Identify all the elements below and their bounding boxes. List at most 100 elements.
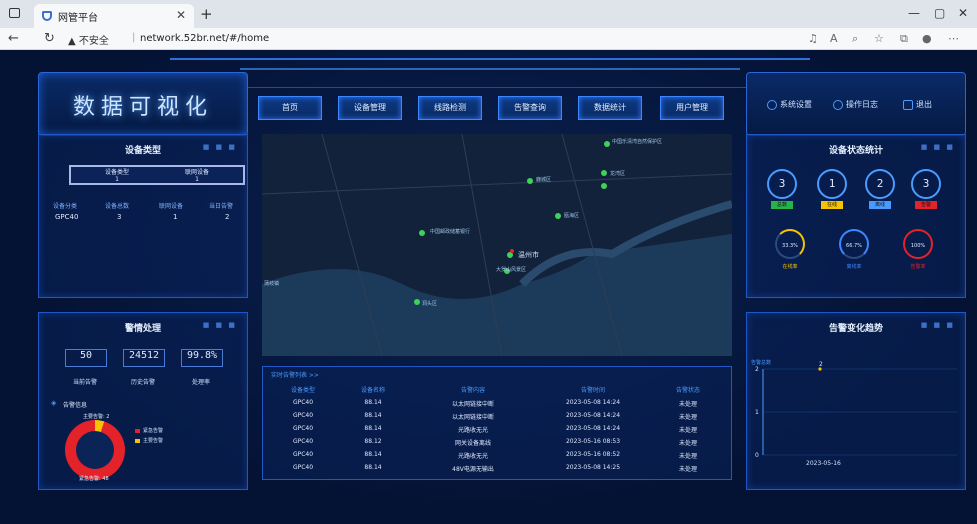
back-icon[interactable]: ← — [8, 31, 19, 46]
favorite-icon[interactable]: ☆ — [874, 32, 884, 45]
history-alarm-label: 历史告警 — [130, 379, 155, 386]
table-cell: 88.12 — [364, 438, 382, 445]
menu-home[interactable]: 首页 — [258, 96, 322, 120]
panel-dots: ■ ■ ■ — [920, 143, 955, 151]
maximize-icon[interactable]: ▢ — [934, 6, 945, 20]
refresh-icon[interactable]: ↻ — [44, 31, 55, 46]
system-settings-label: 系统设置 — [780, 100, 812, 109]
y-tick-label: 0 — [755, 452, 759, 459]
online-rate-label: 在线率 — [782, 264, 798, 270]
alarm-table-caption: 实时告警列表 >> — [271, 372, 319, 379]
online-count-ring: 1 — [817, 169, 847, 199]
profile-icon[interactable]: ● — [922, 32, 932, 45]
y-tick-label: 2 — [755, 366, 759, 373]
table-cell: GPC40 — [292, 412, 314, 419]
table-row[interactable]: GPC40 88.14 以太网链接中断 2023-05-08 14:24 未处理 — [263, 399, 731, 411]
new-tab-icon[interactable]: + — [200, 5, 213, 23]
map-label: 鹿城区 — [536, 177, 552, 183]
networked-label: 联网设备 — [184, 169, 209, 176]
header-alarm-content: 告警内容 — [460, 387, 485, 394]
table-row[interactable]: GPC40 88.12 网关设备离线 2023-05-16 08:53 未处理 — [263, 438, 731, 450]
read-aloud-icon[interactable]: ♫ — [808, 32, 818, 45]
table-cell: 2023-05-08 14:25 — [565, 464, 621, 471]
table-cell: 以太网链接中断 — [451, 401, 494, 408]
collections-icon[interactable]: ⧉ — [900, 32, 908, 46]
table-row[interactable]: GPC40 88.14 以太网链接中断 2023-05-08 14:24 未处理 — [263, 412, 731, 424]
security-warning[interactable]: ▲ 不安全 — [68, 32, 109, 47]
alarm-trend-panel: 告警变化趋势 ■ ■ ■ 告警总数 0 1 2 2 2023-05-16 — [746, 312, 966, 490]
current-alarm-value: 50 — [65, 349, 107, 367]
table-cell: 光路收无光 — [457, 453, 488, 460]
table-cell: 48V电源无输出 — [452, 466, 494, 473]
device-alarm-today: 2 — [225, 213, 230, 221]
table-cell: 88.14 — [364, 399, 382, 406]
url-field[interactable]: network.52br.net/#/home — [140, 33, 269, 44]
page-title: 数据可视化 — [72, 95, 213, 120]
offline-rate-label: 离线率 — [846, 264, 862, 270]
alarm-rate-label: 告警率 — [910, 264, 926, 270]
logout-button[interactable]: 退出 — [903, 99, 932, 110]
menu-device-management[interactable]: 设备管理 — [338, 96, 402, 120]
device-type-count: 设备类型 1 — [77, 169, 157, 183]
top-menu: 首页 设备管理 线路检测 告警查询 数据统计 用户管理 — [258, 96, 724, 120]
header-alarm-time: 告警时间 — [580, 387, 605, 394]
system-settings-button[interactable]: 系统设置 — [767, 99, 812, 110]
table-cell: GPC40 — [292, 464, 314, 471]
menu-line-detection[interactable]: 线路检测 — [418, 96, 482, 120]
alarm-count-ring: 3 — [911, 169, 941, 199]
table-row[interactable]: GPC40 88.14 光路收无光 2023-05-08 14:24 未处理 — [263, 425, 731, 437]
device-networked: 1 — [173, 213, 178, 221]
donut-label-urgent: 紧急告警: 48 — [79, 476, 109, 482]
table-cell: 未处理 — [678, 401, 697, 408]
table-row[interactable]: GPC40 88.14 48V电源无输出 2023-05-08 14:25 未处理 — [263, 464, 731, 476]
marker — [601, 170, 607, 176]
legend-urgent: 紧急告警 — [135, 427, 163, 434]
table-cell: GPC40 — [292, 425, 314, 432]
close-tab-icon[interactable]: ✕ — [176, 8, 186, 22]
bell-icon — [833, 99, 843, 110]
legend-major-label: 主要告警 — [143, 438, 164, 444]
operation-log-button[interactable]: 操作日志 — [833, 99, 878, 110]
zoom-icon[interactable]: ⌕ — [852, 32, 858, 46]
more-icon[interactable]: ⋯ — [948, 32, 959, 45]
table-cell: GPC40 — [292, 438, 314, 445]
online-tag: 在线 — [821, 201, 843, 209]
trend-chart: 0 1 2 2 2023-05-16 — [755, 361, 957, 467]
table-cell: 网关设备离线 — [454, 440, 491, 447]
alarm-info-icon: ◈ — [51, 399, 57, 407]
networked-count: 联网设备 1 — [157, 169, 237, 183]
table-cell: 88.14 — [364, 464, 382, 471]
table-cell: GPC40 — [292, 451, 314, 458]
table-cell: 2023-05-16 08:52 — [565, 451, 621, 458]
map-label: 中国乐清湾自然保护区 — [612, 139, 663, 145]
map-label: 瓯海区 — [564, 213, 580, 219]
menu-user-management[interactable]: 用户管理 — [660, 96, 724, 120]
table-cell: 未处理 — [678, 466, 697, 473]
table-cell: 2023-05-16 08:53 — [565, 438, 621, 445]
tab-actions-icon[interactable] — [9, 8, 20, 18]
handle-rate-value: 99.8% — [181, 349, 223, 367]
col-header: 设备总数 — [105, 203, 130, 210]
marker — [601, 183, 607, 189]
table-row[interactable]: GPC40 88.14 光路收无光 2023-05-16 08:52 未处理 — [263, 451, 731, 463]
online-rate-gauge: 33.3% — [775, 229, 805, 259]
map-view[interactable]: 中国邮政储蓄银行 温州市 鹿城区 大罗山风景区 瓯海区 中国乐清湾自然保护区 龙… — [262, 134, 732, 356]
marker — [604, 141, 610, 147]
table-cell: 88.14 — [364, 425, 382, 432]
map-label: 中国邮政储蓄银行 — [430, 229, 471, 235]
minimize-icon[interactable]: — — [908, 6, 920, 20]
device-status-panel: 设备状态统计 ■ ■ ■ 3 1 2 3 总数 在线 离线 告警 33.3% 6… — [746, 134, 966, 298]
text-size-icon[interactable]: A — [830, 32, 838, 45]
close-window-icon[interactable]: ✕ — [958, 6, 968, 20]
device-summary-box: 设备类型 1 联网设备 1 — [69, 165, 245, 185]
menu-data-statistics[interactable]: 数据统计 — [578, 96, 642, 120]
menu-alarm-query[interactable]: 告警查询 — [498, 96, 562, 120]
map-label: 大罗山风景区 — [496, 267, 527, 273]
gear-icon — [767, 99, 777, 110]
browser-tab[interactable]: 网管平台 ✕ — [34, 4, 194, 28]
table-cell: 2023-05-08 14:24 — [565, 399, 621, 406]
table-cell: 未处理 — [678, 440, 697, 447]
security-text: 不安全 — [78, 36, 109, 47]
marker — [419, 230, 425, 236]
offline-tag: 离线 — [869, 201, 891, 209]
